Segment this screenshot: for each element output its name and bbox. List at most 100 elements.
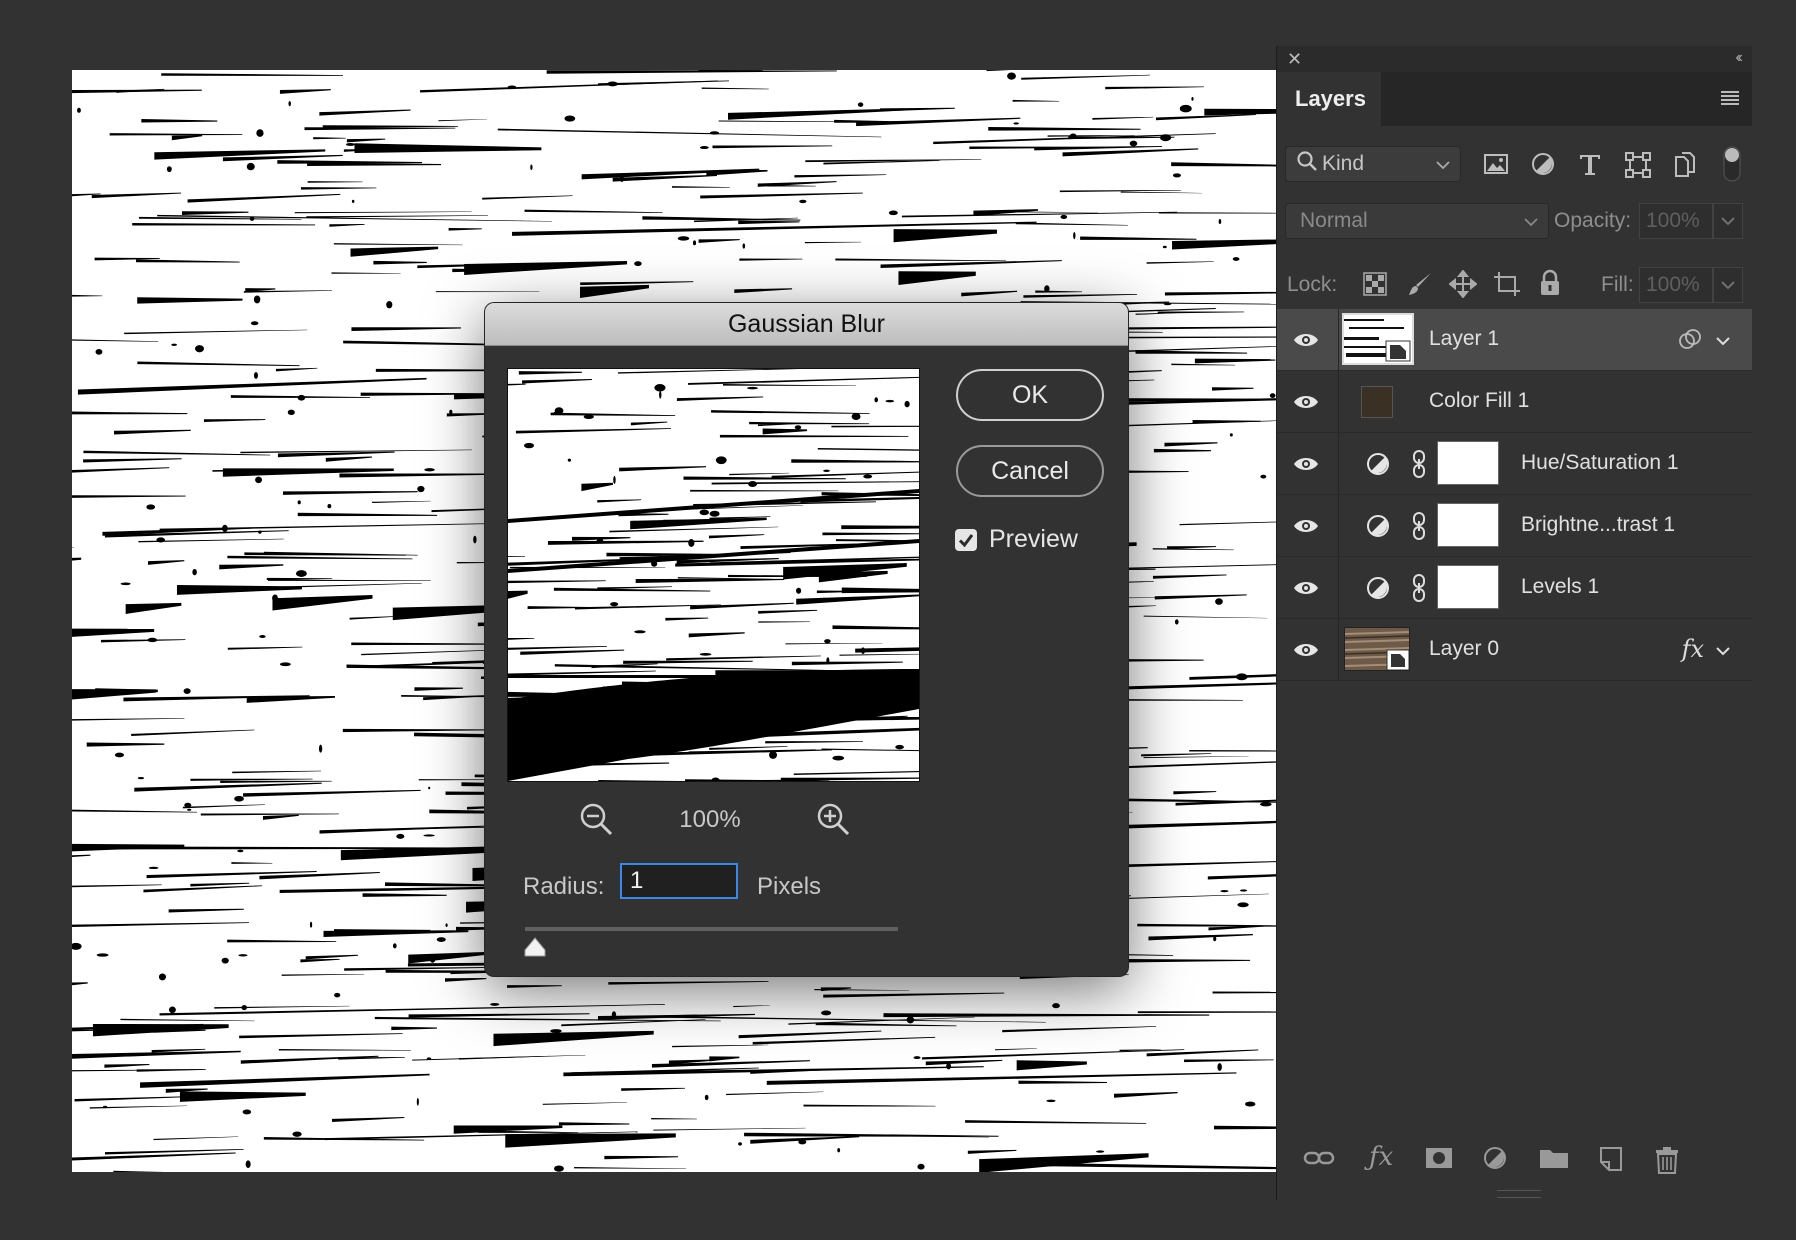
- new-layer-icon[interactable]: [1599, 1146, 1623, 1177]
- lock-all-icon[interactable]: [1539, 269, 1561, 302]
- blend-mode-label: Normal: [1300, 209, 1368, 232]
- layer-row-color-fill-1[interactable]: Color Fill 1: [1277, 371, 1752, 433]
- cancel-button[interactable]: Cancel: [956, 445, 1104, 497]
- adjustment-layer-icon: [1366, 576, 1390, 605]
- new-adjustment-layer-icon[interactable]: [1483, 1146, 1509, 1177]
- eye-icon[interactable]: [1293, 455, 1319, 478]
- link-icon[interactable]: [1412, 574, 1426, 607]
- checkbox-checked-icon[interactable]: [955, 528, 977, 551]
- opacity-dropdown-button[interactable]: [1713, 203, 1743, 239]
- layer-thumbnail[interactable]: [1342, 313, 1414, 365]
- adjustment-layer-icon: [1366, 452, 1390, 481]
- new-group-folder-icon[interactable]: [1539, 1146, 1569, 1175]
- panel-resize-grip[interactable]: [1497, 1190, 1541, 1198]
- radius-label: Radius:: [523, 873, 605, 900]
- layer-row-hue-saturation-1[interactable]: Hue/Saturation 1: [1277, 433, 1752, 495]
- tab-layers[interactable]: Layers: [1277, 72, 1381, 126]
- layer-filter-row: Kind: [1277, 146, 1752, 192]
- eye-icon[interactable]: [1293, 331, 1319, 354]
- zoom-out-icon[interactable]: [578, 801, 614, 842]
- layer-name: Levels 1: [1521, 575, 1600, 598]
- panel-tab-row: Layers: [1277, 72, 1752, 126]
- preview-checkbox[interactable]: Preview: [955, 525, 1078, 554]
- lock-artboard-icon[interactable]: [1493, 271, 1521, 302]
- blur-preview-pane[interactable]: [507, 368, 920, 782]
- filter-mask-icon[interactable]: [1678, 328, 1704, 355]
- ok-button[interactable]: OK: [956, 369, 1104, 421]
- row-divider: [1338, 495, 1339, 556]
- lock-position-icon[interactable]: [1448, 269, 1478, 303]
- radius-slider-handle[interactable]: [523, 936, 547, 963]
- zoom-level: 100%: [679, 806, 741, 833]
- add-layer-style-icon[interactable]: ƒx: [1369, 1142, 1393, 1172]
- layer-name: Layer 1: [1429, 327, 1500, 350]
- eye-icon[interactable]: [1293, 517, 1319, 540]
- chevron-down-icon[interactable]: [1716, 643, 1730, 661]
- radius-input[interactable]: [620, 863, 738, 899]
- layers-panel: ✕ ‹‹ Layers Kind Normal Opacity: 100% Lo…: [1276, 46, 1752, 1200]
- fill-dropdown-button[interactable]: [1713, 267, 1743, 303]
- preview-label: Preview: [989, 525, 1078, 553]
- zoom-in-icon[interactable]: [815, 801, 851, 842]
- chevron-down-icon: [1436, 152, 1450, 176]
- adjustment-layer-filter-icon[interactable]: [1531, 152, 1555, 181]
- layer-row-levels-1[interactable]: Levels 1: [1277, 557, 1752, 619]
- opacity-label: Opacity:: [1554, 209, 1632, 232]
- lock-label: Lock:: [1287, 273, 1338, 296]
- link-layers-icon[interactable]: [1303, 1146, 1335, 1175]
- panel-bottom-toolbar: ƒx: [1277, 1136, 1752, 1180]
- close-icon[interactable]: ✕: [1287, 49, 1302, 70]
- layer-name: Brightne...trast 1: [1521, 513, 1676, 536]
- filter-toggle-icon[interactable]: [1723, 146, 1741, 187]
- trash-icon[interactable]: [1655, 1146, 1679, 1179]
- lock-transparent-pixels-icon[interactable]: [1363, 272, 1387, 301]
- pixel-layer-filter-icon[interactable]: [1483, 152, 1509, 181]
- layer-mask-thumbnail[interactable]: [1437, 565, 1499, 609]
- layer-row-layer-1[interactable]: Layer 1: [1277, 309, 1752, 371]
- filter-kind-label: Kind: [1322, 152, 1365, 175]
- row-divider: [1338, 619, 1339, 680]
- opacity-input[interactable]: 100%: [1639, 203, 1713, 239]
- row-divider: [1338, 433, 1339, 494]
- color-fill-swatch[interactable]: [1361, 386, 1393, 418]
- panel-top-bar: ✕ ‹‹: [1277, 46, 1752, 72]
- add-mask-icon[interactable]: [1425, 1146, 1453, 1175]
- layer-effects-icon[interactable]: fx: [1682, 635, 1704, 663]
- layer-list: Layer 1 Color Fill 1 Hue/Saturation 1 Br…: [1277, 309, 1752, 681]
- eye-icon[interactable]: [1293, 579, 1319, 602]
- lock-row: Lock: Fill: 100%: [1277, 259, 1752, 309]
- layer-name: Layer 0: [1429, 637, 1500, 660]
- lock-image-pixels-icon[interactable]: [1407, 271, 1433, 302]
- chevron-down-icon: [1524, 204, 1538, 238]
- eye-icon[interactable]: [1293, 393, 1319, 416]
- row-divider: [1338, 557, 1339, 618]
- type-layer-filter-icon[interactable]: [1579, 152, 1601, 181]
- blend-mode-select[interactable]: Normal: [1285, 203, 1549, 239]
- layer-row-layer-0[interactable]: Layer 0 fx: [1277, 619, 1752, 681]
- layer-name: Color Fill 1: [1429, 389, 1530, 412]
- layer-name: Hue/Saturation 1: [1521, 451, 1679, 474]
- adjustment-layer-icon: [1366, 514, 1390, 543]
- panel-menu-icon[interactable]: [1720, 90, 1740, 111]
- link-icon[interactable]: [1412, 512, 1426, 545]
- layer-mask-thumbnail[interactable]: [1437, 441, 1499, 485]
- layer-thumbnail[interactable]: [1344, 627, 1410, 671]
- filter-kind-select[interactable]: Kind: [1285, 146, 1461, 182]
- gaussian-blur-dialog: Gaussian Blur OK Cancel Preview 100% Rad…: [485, 303, 1128, 976]
- search-icon: [1296, 150, 1318, 178]
- units-label: Pixels: [757, 873, 822, 900]
- row-divider: [1338, 309, 1339, 370]
- collapse-panel-icon[interactable]: ‹‹: [1735, 49, 1742, 67]
- fill-label: Fill:: [1601, 273, 1634, 296]
- row-divider: [1338, 371, 1339, 432]
- layer-row-brightness-contrast-1[interactable]: Brightne...trast 1: [1277, 495, 1752, 557]
- smart-object-filter-icon[interactable]: [1673, 152, 1697, 183]
- link-icon[interactable]: [1412, 450, 1426, 483]
- chevron-down-icon[interactable]: [1716, 333, 1730, 351]
- shape-layer-filter-icon[interactable]: [1625, 152, 1651, 183]
- fill-input[interactable]: 100%: [1639, 267, 1713, 303]
- preview-image: [508, 369, 919, 781]
- eye-icon[interactable]: [1293, 641, 1319, 664]
- radius-slider-track[interactable]: [525, 927, 898, 931]
- layer-mask-thumbnail[interactable]: [1437, 503, 1499, 547]
